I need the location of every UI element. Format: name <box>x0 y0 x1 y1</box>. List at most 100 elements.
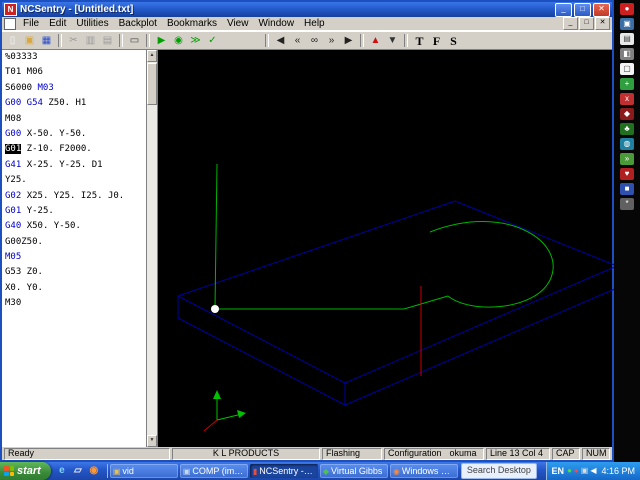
prev-error-button[interactable]: ▲ <box>367 33 384 48</box>
code-line: S6000 M03 <box>5 83 146 98</box>
language-indicator[interactable]: EN <box>552 466 565 476</box>
backplot-reset-button[interactable]: ✓ <box>204 33 221 48</box>
find-prev-button[interactable]: « <box>289 33 306 48</box>
find-icon: ∞ <box>310 34 319 46</box>
start-button[interactable]: start <box>0 462 51 480</box>
open-file-button[interactable]: ▣ <box>21 33 38 48</box>
system-tray: EN ● ● ▣ ◀ 4:16 PM <box>545 462 640 480</box>
search-desktop-band[interactable]: Search Desktop <box>460 463 537 479</box>
red-app-icon[interactable]: x <box>620 93 634 105</box>
mdi-minimize-icon[interactable]: _ <box>563 17 578 30</box>
new-file-button[interactable]: ▯ <box>4 33 21 48</box>
title-bar[interactable]: N NCSentry - [Untitled.txt] _ □ ✕ <box>2 2 612 17</box>
arrow-icon[interactable]: » <box>620 153 634 165</box>
media-player-quicklaunch-icon[interactable]: ◉ <box>87 464 101 478</box>
backplot-run-button[interactable]: ▶ <box>153 33 170 48</box>
stock-box-edge <box>177 317 346 406</box>
network-tray-icon[interactable]: ▣ <box>581 466 589 476</box>
menu-item-bookmarks[interactable]: Bookmarks <box>162 18 222 29</box>
mdi-close-icon[interactable]: ✕ <box>595 17 610 30</box>
document-icon[interactable]: ▤ <box>620 33 634 45</box>
menu-item-backplot[interactable]: Backplot <box>114 18 162 29</box>
goto-end-button[interactable]: ▶ <box>340 33 357 48</box>
backplot-verify-button[interactable]: ◉ <box>170 33 187 48</box>
feed-display-button[interactable]: F <box>428 33 445 48</box>
code-line: Y25. <box>5 175 146 190</box>
tool-display-button[interactable]: T <box>411 33 428 48</box>
menu-item-edit[interactable]: Edit <box>44 18 71 29</box>
code-text: G00 <box>5 128 27 139</box>
task-button-windows-media-p[interactable]: ◉Windows Media P... <box>389 464 458 478</box>
task-button-vid[interactable]: ▣ vid <box>109 464 178 478</box>
mdi-restore-icon[interactable]: □ <box>579 17 594 30</box>
feed-display-icon: F <box>432 33 441 48</box>
menu-item-help[interactable]: Help <box>299 18 330 29</box>
antivirus-tray-icon[interactable]: ● <box>567 466 572 476</box>
close-icon[interactable]: ✕ <box>593 2 610 17</box>
toolpath-segment <box>403 295 449 310</box>
stock-box-edge <box>344 265 618 384</box>
code-text: Z-10. F2000. <box>21 144 92 155</box>
menu-item-window[interactable]: Window <box>253 18 299 29</box>
editor-lines[interactable]: %03333 T01 M06 S6000 M03 G00 G54 Z50. H1 M08… <box>2 50 147 447</box>
record-icon[interactable]: ● <box>620 3 634 15</box>
menu-item-file[interactable]: File <box>18 18 44 29</box>
speed-display-icon: S <box>450 33 457 48</box>
scroll-down-icon[interactable]: ▼ <box>147 435 157 447</box>
box-icon[interactable]: ■ <box>620 183 634 195</box>
clock[interactable]: 4:16 PM <box>601 466 635 476</box>
window-icon[interactable]: ▣ <box>620 18 634 30</box>
menu-item-utilities[interactable]: Utilities <box>71 18 113 29</box>
task-app-icon: ▮ <box>252 466 258 476</box>
show-desktop-icon[interactable]: ▱ <box>71 464 85 478</box>
backplot-step-icon: ≫ <box>190 34 201 46</box>
code-text: %03333 <box>5 52 38 62</box>
window-title: NCSentry - [Untitled.txt] <box>20 4 134 15</box>
scroll-thumb[interactable] <box>147 63 157 105</box>
menu-item-view[interactable]: View <box>222 18 254 29</box>
green-app-icon[interactable]: + <box>620 78 634 90</box>
backplot-viewport[interactable] <box>158 50 618 447</box>
goto-start-button[interactable]: ◀ <box>272 33 289 48</box>
leaf-icon[interactable]: ♣ <box>620 123 634 135</box>
alert-tray-icon[interactable]: ● <box>574 466 579 476</box>
find-button[interactable]: ∞ <box>306 33 323 48</box>
task-button-ncsentry-unti[interactable]: ▮NCSentry - [Unti... <box>249 464 318 478</box>
toolbar-separator <box>146 34 150 47</box>
ie-quicklaunch-icon[interactable]: e <box>55 464 69 478</box>
tool-display-icon: T <box>415 33 424 48</box>
backplot-step-button[interactable]: ≫ <box>187 33 204 48</box>
goto-end-icon: ▶ <box>344 34 353 46</box>
maximize-icon[interactable]: □ <box>574 2 591 17</box>
heart-icon[interactable]: ♥ <box>620 168 634 180</box>
code-text: X-50. Y-50. <box>26 128 87 139</box>
tool-icon[interactable]: * <box>620 198 634 210</box>
globe-icon[interactable]: ◍ <box>620 138 634 150</box>
print-button[interactable]: ▭ <box>126 33 143 48</box>
code-line: T01 M06 <box>5 67 146 82</box>
scroll-up-icon[interactable]: ▲ <box>147 50 157 62</box>
page-icon[interactable]: ▢ <box>620 63 634 75</box>
copy-button: ▥ <box>82 33 99 48</box>
code-text: G02 <box>5 190 27 201</box>
code-text: G53 Z0. <box>5 267 43 278</box>
mdi-document-icon[interactable] <box>4 17 16 30</box>
task-button-virtual-gibbs[interactable]: ◆ Virtual Gibbs <box>319 464 388 478</box>
code-line: M30 <box>5 298 146 313</box>
app-icon: N <box>4 3 17 16</box>
next-error-button[interactable]: ▼ <box>384 33 401 48</box>
paste-button: ▤ <box>99 33 116 48</box>
app-window-icon[interactable]: ◧ <box>620 48 634 60</box>
volume-tray-icon[interactable]: ◀ <box>590 466 596 476</box>
diamond-icon[interactable]: ◆ <box>620 108 634 120</box>
save-file-button[interactable]: ▦ <box>38 33 55 48</box>
task-button-comp-img-wi[interactable]: ▣COMP (img - Wi... <box>179 464 248 478</box>
editor-scrollbar[interactable]: ▲ ▼ <box>147 50 158 447</box>
find-next-button[interactable]: » <box>323 33 340 48</box>
new-file-icon: ▯ <box>9 34 16 46</box>
windows-flag-icon <box>4 466 14 476</box>
minimize-icon[interactable]: _ <box>555 2 572 17</box>
paste-icon: ▤ <box>102 34 113 46</box>
speed-display-button[interactable]: S <box>445 33 462 48</box>
code-line: X0. Y0. <box>5 283 146 298</box>
